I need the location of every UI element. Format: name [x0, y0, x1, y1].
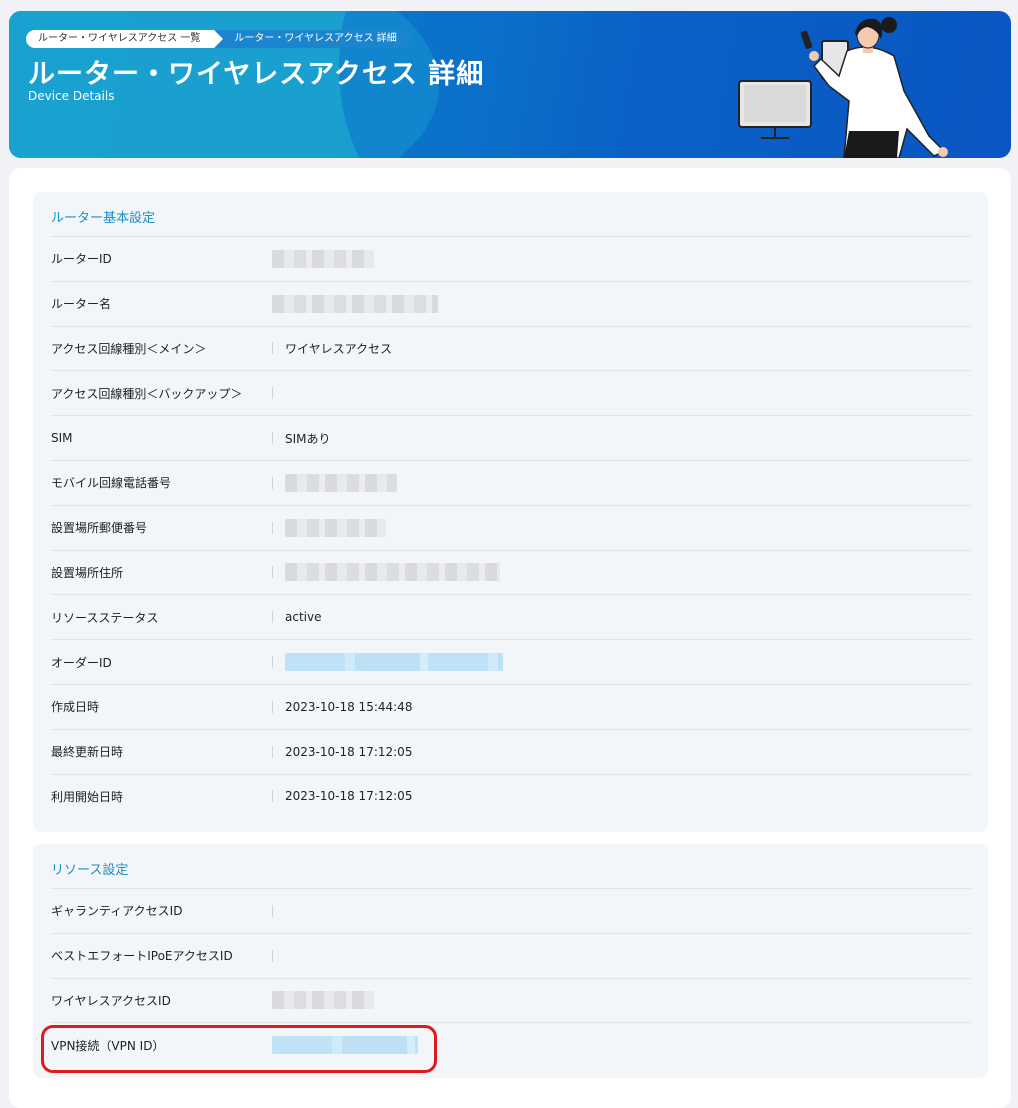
detail-value: SIMあり [285, 431, 331, 446]
divider [272, 904, 273, 917]
detail-value: 2023-10-18 17:12:05 [285, 789, 413, 804]
page-header: ルーター・ワイヤレスアクセス 一覧 ルーター・ワイヤレスアクセス 詳細 ルーター… [9, 11, 1011, 158]
masked-value [285, 518, 386, 537]
section-title: リソース設定 [51, 863, 129, 878]
detail-row: 作成日時 2023-10-18 15:44:48 [51, 683, 971, 729]
divider [272, 566, 273, 579]
divider [272, 949, 273, 962]
detail-label: 設置場所郵便番号 [51, 521, 148, 536]
detail-label: ルーター名 [51, 297, 112, 312]
detail-label: ワイヤレスアクセスID [51, 993, 171, 1008]
detail-label: モバイル回線電話番号 [51, 476, 172, 491]
divider [272, 387, 273, 400]
detail-row: SIM SIMあり [51, 415, 971, 460]
detail-row: ワイヤレスアクセスID [51, 977, 971, 1023]
detail-row: 利用開始日時 2023-10-18 17:12:05 [51, 773, 971, 819]
divider [272, 790, 273, 803]
detail-value: 2023-10-18 15:44:48 [285, 699, 413, 714]
router-basic-settings-section: ルーター基本設定 ルーターID ルーター名 アクセス回線種別＜メイン＞ ワイヤレ… [33, 192, 988, 832]
detail-row: 設置場所郵便番号 [51, 504, 971, 550]
masked-order-id-link[interactable] [285, 653, 503, 672]
detail-label: SIM [51, 431, 73, 446]
breadcrumb-current: ルーター・ワイヤレスアクセス 詳細 [216, 30, 411, 48]
masked-value [285, 563, 500, 582]
detail-row: アクセス回線種別＜メイン＞ ワイヤレスアクセス [51, 325, 971, 371]
divider [272, 745, 273, 758]
masked-value [272, 991, 374, 1010]
detail-row: ルーターID [51, 236, 971, 281]
divider [272, 432, 273, 445]
divider [272, 700, 273, 713]
divider [272, 656, 273, 669]
detail-row: リソースステータス active [51, 594, 971, 639]
page-title: ルーター・ワイヤレスアクセス 詳細 [28, 59, 485, 90]
detail-label: 設置場所住所 [51, 565, 124, 580]
detail-value: 2023-10-18 17:12:05 [285, 744, 413, 759]
breadcrumb: ルーター・ワイヤレスアクセス 一覧 ルーター・ワイヤレスアクセス 詳細 [26, 30, 411, 48]
masked-value [272, 294, 438, 313]
highlight-box [41, 1025, 437, 1073]
detail-label: ギャランティアクセスID [51, 904, 183, 919]
detail-value: ワイヤレスアクセス [285, 341, 393, 356]
detail-label: 作成日時 [51, 700, 100, 715]
detail-label: ルーターID [51, 252, 112, 267]
divider [272, 342, 273, 355]
detail-label: アクセス回線種別＜メイン＞ [51, 341, 207, 356]
detail-label: オーダーID [51, 655, 112, 670]
detail-row: ギャランティアクセスID [51, 888, 971, 933]
detail-row: 設置場所住所 [51, 549, 971, 595]
breadcrumb-link-list[interactable]: ルーター・ワイヤレスアクセス 一覧 [26, 30, 224, 48]
divider [272, 476, 273, 489]
detail-row: アクセス回線種別＜バックアップ＞ [51, 370, 971, 415]
detail-row: ベストエフォートIPoEアクセスID [51, 932, 971, 978]
detail-label: アクセス回線種別＜バックアップ＞ [51, 386, 243, 401]
detail-row: ルーター名 [51, 280, 971, 326]
detail-row: オーダーID [51, 639, 971, 684]
detail-value: active [285, 610, 322, 625]
masked-value [285, 473, 397, 492]
section-title: ルーター基本設定 [51, 211, 156, 226]
details-card: ルーター基本設定 ルーターID ルーター名 アクセス回線種別＜メイン＞ ワイヤレ… [9, 168, 1011, 1108]
detail-label: 最終更新日時 [51, 745, 124, 760]
detail-label: ベストエフォートIPoEアクセスID [51, 949, 233, 964]
page-subtitle: Device Details [28, 89, 115, 103]
masked-value [272, 249, 374, 268]
woman-with-devices-illustration [738, 17, 948, 158]
detail-row: モバイル回線電話番号 [51, 459, 971, 505]
detail-label: リソースステータス [51, 610, 159, 625]
divider [272, 521, 273, 534]
detail-row: 最終更新日時 2023-10-18 17:12:05 [51, 728, 971, 774]
divider [272, 611, 273, 624]
detail-label: 利用開始日時 [51, 789, 124, 804]
